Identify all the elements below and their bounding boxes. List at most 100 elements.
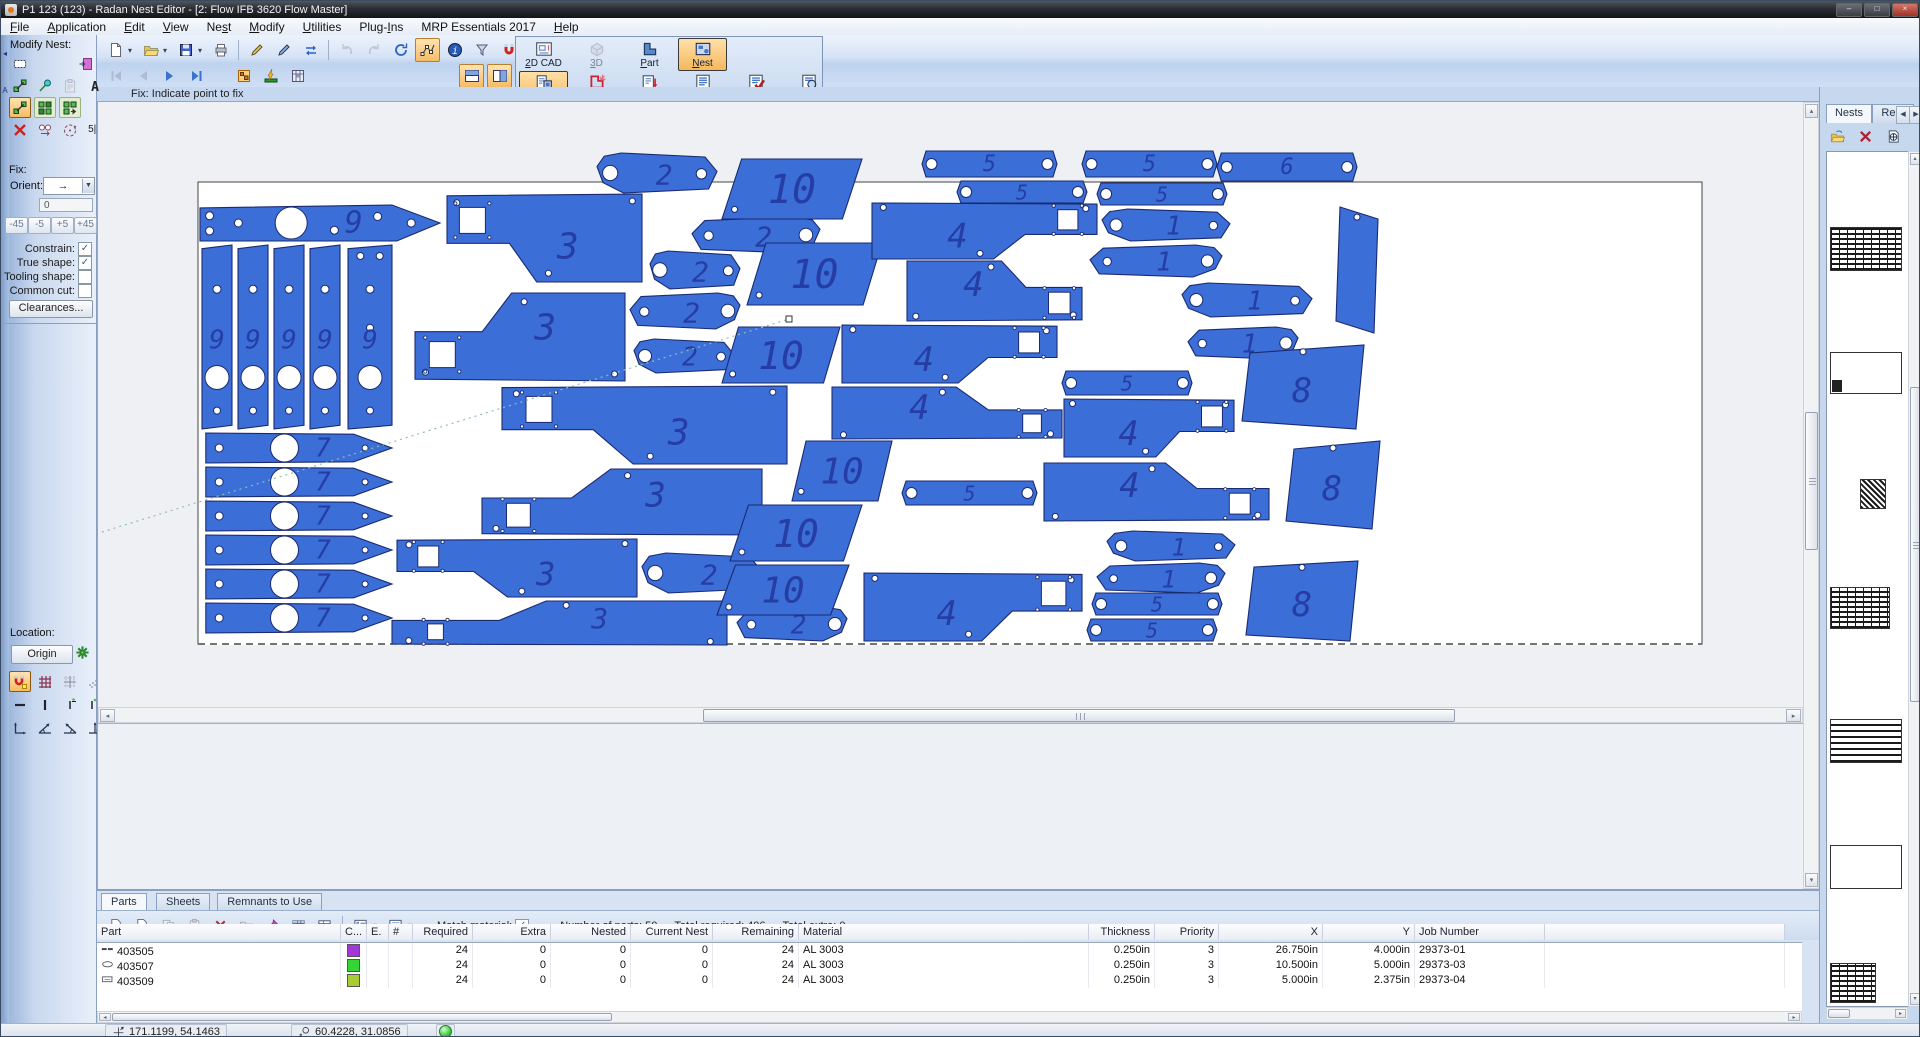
canvas-hscroll-thumb[interactable] bbox=[703, 709, 1455, 722]
redx2-icon[interactable] bbox=[1854, 126, 1876, 146]
mode-nest-button[interactable]: Nest bbox=[678, 38, 727, 71]
column-header-material[interactable]: Material bbox=[799, 924, 1089, 940]
scroll-up-icon[interactable]: ▴ bbox=[1805, 104, 1818, 118]
rotate-minus45-button[interactable]: -45 bbox=[5, 217, 28, 234]
mode-3d-button[interactable]: 3D bbox=[572, 38, 621, 71]
parts-hscrollbar[interactable]: ◂ ▸ bbox=[97, 1011, 1802, 1023]
canvas-vscroll-thumb[interactable] bbox=[1805, 412, 1818, 550]
scroll-left-icon[interactable]: ◂ bbox=[100, 709, 115, 722]
rotatec-icon[interactable] bbox=[59, 119, 81, 140]
nest-thumbnail-6[interactable] bbox=[1830, 845, 1902, 889]
seq-icon[interactable] bbox=[34, 119, 56, 140]
pinpart-icon[interactable] bbox=[34, 75, 56, 96]
column-header-nested[interactable]: Nested bbox=[551, 924, 631, 940]
menu-help[interactable]: Help bbox=[545, 20, 588, 34]
column-header-y[interactable]: Y bbox=[1323, 924, 1415, 940]
print-icon[interactable] bbox=[208, 38, 233, 62]
delred-icon[interactable] bbox=[9, 119, 31, 140]
ang1-icon[interactable] bbox=[34, 717, 56, 738]
column-header-remaining[interactable]: Remaining bbox=[713, 924, 799, 940]
rotate-plus45-button[interactable]: +45 bbox=[74, 217, 97, 234]
menu-edit[interactable]: Edit bbox=[115, 20, 154, 34]
movepart-icon[interactable] bbox=[9, 75, 31, 96]
scroll-up-icon[interactable]: ▴ bbox=[1910, 153, 1920, 165]
maximize-button[interactable]: □ bbox=[1864, 3, 1890, 17]
column-header-e[interactable]: E. bbox=[367, 924, 389, 940]
column-header-thickness[interactable]: Thickness bbox=[1089, 924, 1155, 940]
menu-modify[interactable]: Modify bbox=[240, 20, 293, 34]
nest-thumbnail-4[interactable] bbox=[1830, 587, 1890, 629]
nest-thumbnail-3[interactable] bbox=[1860, 479, 1886, 509]
door-icon[interactable] bbox=[75, 53, 97, 74]
menu-mrp-essentials-2017[interactable]: MRP Essentials 2017 bbox=[412, 20, 545, 34]
funnel-icon[interactable] bbox=[469, 38, 494, 62]
disk-icon[interactable] bbox=[173, 38, 198, 62]
barv-icon[interactable] bbox=[34, 694, 56, 715]
nests-hscrollbar[interactable]: ▸ bbox=[1826, 1007, 1908, 1020]
nest-thumbnail-list[interactable] bbox=[1826, 151, 1910, 1007]
close-button[interactable]: × bbox=[1892, 3, 1918, 17]
column-header-required[interactable]: Required bbox=[413, 924, 473, 940]
gridorange-icon[interactable] bbox=[231, 64, 256, 88]
scroll-left-icon[interactable]: ◂ bbox=[99, 1013, 111, 1021]
angle-input[interactable]: 0 bbox=[39, 198, 93, 212]
column-header-priority[interactable]: Priority bbox=[1155, 924, 1219, 940]
navprev-icon[interactable] bbox=[130, 64, 155, 88]
column-header-extra[interactable]: Extra bbox=[473, 924, 551, 940]
axes-icon[interactable] bbox=[9, 717, 31, 738]
redo-icon[interactable] bbox=[361, 38, 386, 62]
splith-icon[interactable] bbox=[459, 64, 484, 88]
bolt-icon[interactable] bbox=[258, 64, 283, 88]
menu-application[interactable]: Application bbox=[38, 20, 115, 34]
compassdoc-icon[interactable] bbox=[1882, 126, 1904, 146]
undo-icon[interactable] bbox=[334, 38, 359, 62]
page-icon[interactable] bbox=[103, 38, 128, 62]
table-row[interactable]: 4035092400024AL 30030.250in35.000in2.375… bbox=[97, 973, 1785, 988]
checkbox[interactable] bbox=[78, 284, 92, 298]
tab-nests[interactable]: Nests bbox=[1826, 104, 1872, 123]
nodes-icon[interactable] bbox=[415, 38, 440, 62]
navfirst-icon[interactable] bbox=[103, 64, 128, 88]
swap-icon[interactable] bbox=[298, 38, 323, 62]
menu-view[interactable]: View bbox=[154, 20, 198, 34]
gridblue-icon[interactable] bbox=[285, 64, 310, 88]
column-header-x[interactable]: X bbox=[1219, 924, 1323, 940]
folder-icon[interactable] bbox=[138, 38, 163, 62]
column-header-job[interactable]: Job Number bbox=[1415, 924, 1545, 940]
scroll-right-icon[interactable]: ▸ bbox=[1895, 1009, 1906, 1018]
letterA-icon[interactable]: A bbox=[84, 75, 106, 96]
navlast-icon[interactable] bbox=[184, 64, 209, 88]
nest-thumbnail-1[interactable] bbox=[1830, 227, 1902, 271]
nest-thumbnail-7[interactable] bbox=[1830, 963, 1876, 1003]
table-row[interactable]: 4035072400024AL 30030.250in310.500in5.00… bbox=[97, 958, 1785, 973]
movepart-icon[interactable] bbox=[9, 97, 31, 118]
nest-thumbnail-2[interactable] bbox=[1830, 352, 1902, 394]
checkbox[interactable]: ✓ bbox=[78, 242, 92, 256]
scroll-down-icon[interactable]: ▾ bbox=[1805, 873, 1818, 887]
fillgrid-icon[interactable] bbox=[59, 97, 81, 118]
menu-file[interactable]: File bbox=[1, 20, 38, 34]
gridmaroon-icon[interactable] bbox=[34, 671, 56, 692]
checkbox[interactable]: ✓ bbox=[78, 256, 92, 270]
scroll-down-icon[interactable]: ▾ bbox=[1910, 993, 1920, 1005]
ang2-icon[interactable] bbox=[59, 717, 81, 738]
rotate-minus5-button[interactable]: -5 bbox=[28, 217, 51, 234]
openfolder-icon[interactable] bbox=[1826, 126, 1848, 146]
clip-icon[interactable] bbox=[59, 75, 81, 96]
dashh-icon[interactable] bbox=[9, 694, 31, 715]
scroll-right-icon[interactable]: ▸ bbox=[1788, 1013, 1800, 1021]
mode-part-button[interactable]: Part bbox=[625, 38, 674, 71]
nests-hscroll-thumb[interactable] bbox=[1828, 1009, 1850, 1018]
column-header-current[interactable]: Current Nest bbox=[631, 924, 713, 940]
parts-hscroll-thumb[interactable] bbox=[112, 1013, 612, 1021]
dropdown-caret-icon[interactable]: ▾ bbox=[163, 46, 171, 55]
pairgrid-icon[interactable] bbox=[34, 97, 56, 118]
nests-vscroll-thumb[interactable] bbox=[1910, 387, 1920, 702]
nest-drawing[interactable]: 9999997777773333332222222101010101010444… bbox=[98, 102, 1803, 707]
menu-plug-ins[interactable]: Plug-Ins bbox=[350, 20, 412, 34]
menu-utilities[interactable]: Utilities bbox=[294, 20, 351, 34]
origin-button[interactable]: Origin bbox=[11, 645, 73, 664]
rotate-plus5-button[interactable]: +5 bbox=[51, 217, 74, 234]
scroll-right-icon[interactable]: ▸ bbox=[1786, 709, 1801, 722]
column-header-c[interactable]: C... bbox=[341, 924, 367, 940]
